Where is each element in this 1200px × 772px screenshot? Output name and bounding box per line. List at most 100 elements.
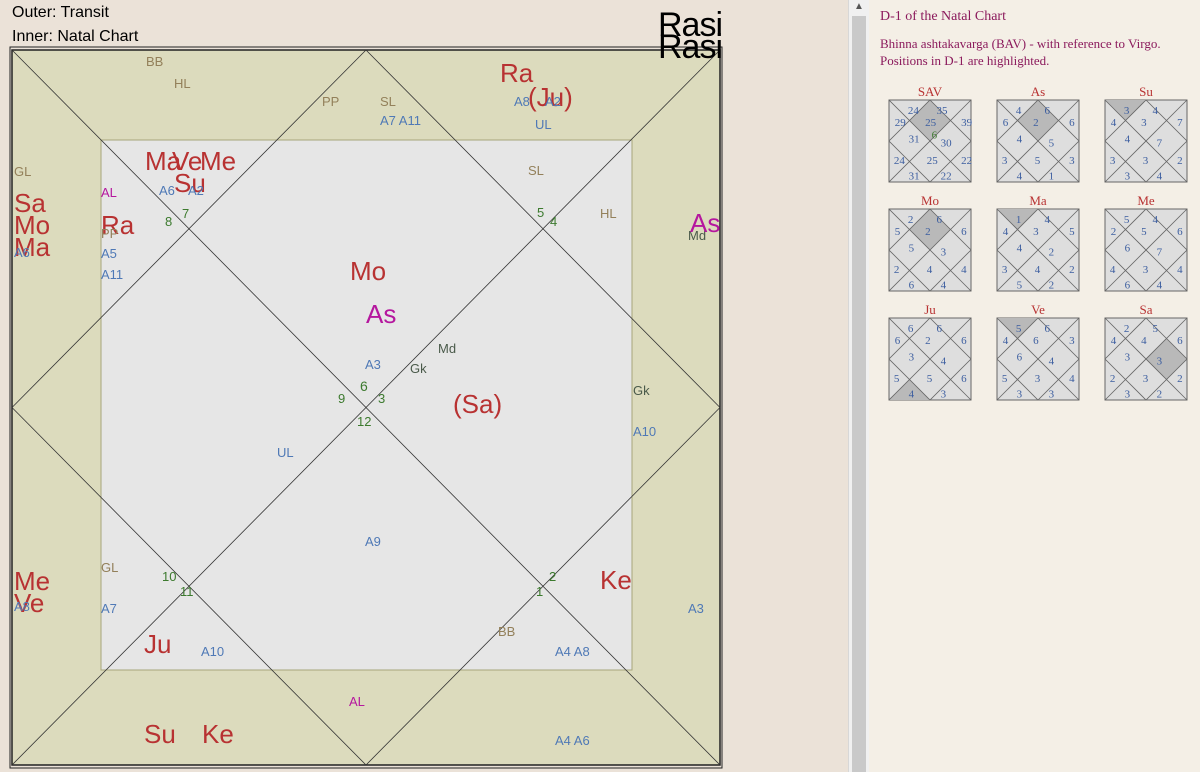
chart-label: 10: [162, 569, 176, 584]
chart-label: A7: [101, 601, 117, 616]
bav-value: 5: [1141, 226, 1147, 238]
bav-value: 6: [908, 323, 914, 335]
bav-value: 6: [895, 335, 901, 347]
bav-value: 6: [1045, 105, 1051, 117]
bav-value: 6: [1125, 279, 1131, 291]
bav-charts: SAV24 3529 25 3931 63024 25 2231 22As4 66 2 64 53 5 3…: [888, 84, 1188, 401]
bav-value: 2: [1033, 117, 1039, 129]
bav-value: 5: [1153, 323, 1159, 335]
bav-value: 4: [1017, 134, 1023, 146]
chart-label: BB: [146, 54, 163, 69]
bav-value: 3: [1124, 105, 1130, 117]
bav-value: 5: [1124, 214, 1130, 226]
bav-value: 3: [1049, 388, 1055, 400]
bav-value: 30: [941, 138, 953, 150]
bav-value: 3: [1125, 352, 1131, 364]
chart-label: A8: [14, 599, 30, 614]
chart-label: Gk: [633, 383, 650, 398]
chart-label: GL: [14, 164, 31, 179]
scroll-up-arrow-icon[interactable]: ▲: [849, 0, 869, 14]
chart-label: BB: [498, 624, 515, 639]
rasi-title-shadow: Rasi: [658, 28, 723, 66]
bav-chart-mo: Mo2 65 2 65 32 4 46 4: [888, 193, 972, 292]
chart-label: Md: [438, 341, 456, 356]
bav-value: 7: [1157, 138, 1163, 150]
bav-value: 3: [1143, 264, 1149, 276]
bav-chart-sav: SAV24 3529 25 3931 63024 25 2231 22: [888, 84, 973, 183]
chart-label: SL: [528, 163, 544, 178]
bav-value: 3: [1002, 264, 1008, 276]
bav-chart-su: Su3 44 3 74 73 3 23 4: [1104, 84, 1188, 183]
bav-value: 35: [937, 105, 949, 117]
chart-label: A6: [14, 245, 30, 260]
chart-label: Ke: [600, 565, 632, 595]
bav-value: 4: [1111, 335, 1117, 347]
bav-value: 4: [941, 356, 947, 368]
bav-value: 3: [1143, 155, 1149, 167]
bav-value: 6: [932, 129, 938, 141]
chart-label: PP: [101, 226, 118, 241]
bav-value: 4: [1111, 117, 1117, 129]
bav-value: 2: [1110, 373, 1116, 385]
bav-value: 3: [941, 388, 947, 400]
bav-value: 2: [1049, 247, 1055, 259]
bav-value: 39: [961, 117, 973, 129]
bav-value: 4: [1017, 243, 1023, 255]
bav-value: 22: [941, 170, 952, 182]
bav-value: 4: [941, 279, 947, 291]
bav-value: 4: [1153, 214, 1159, 226]
bav-value: 2: [1177, 373, 1183, 385]
chart-label: HL: [174, 76, 191, 91]
bav-value: 5: [1049, 138, 1055, 150]
bav-value: 3: [1141, 117, 1147, 129]
bav-value: 4: [1177, 264, 1183, 276]
bav-value: 25: [925, 117, 937, 129]
bav-value: 5: [894, 373, 900, 385]
bav-value: 6: [1125, 243, 1131, 255]
chart-label: A11: [101, 267, 123, 282]
bav-chart-title: Mo: [921, 193, 939, 208]
bav-value: 3: [1033, 226, 1039, 238]
chart-label: As: [366, 299, 396, 329]
bav-value: 2: [1157, 388, 1163, 400]
bav-value: 4: [1003, 226, 1009, 238]
bav-value: 2: [1177, 155, 1183, 167]
chart-label: A10: [633, 424, 656, 439]
bav-value: 4: [1157, 170, 1163, 182]
bav-value: 7: [1177, 117, 1183, 129]
vertical-scrollbar[interactable]: ▲: [848, 0, 870, 772]
bav-value: 29: [895, 117, 907, 129]
chart-label: 2: [549, 569, 556, 584]
bav-value: 5: [1002, 373, 1008, 385]
chart-label: HL: [600, 206, 617, 221]
bav-value: 4: [1016, 105, 1022, 117]
bav-value: 6: [937, 323, 943, 335]
bav-value: 3: [909, 352, 915, 364]
chart-label: A7 A11: [380, 113, 421, 128]
chart-label: A6: [159, 183, 175, 198]
bav-chart-title: Ma: [1029, 193, 1047, 208]
bav-value: 31: [909, 170, 920, 182]
chart-label: 5: [537, 205, 544, 220]
chart-label: 4: [550, 214, 557, 229]
bav-value: 4: [1157, 279, 1163, 291]
chart-label: PP: [322, 94, 339, 109]
chart-label: As: [690, 208, 720, 238]
bav-value: 4: [1049, 356, 1055, 368]
bav-chart-ma: Ma1 44 3 54 23 4 25 2: [996, 193, 1080, 292]
bav-chart-title: As: [1031, 84, 1045, 99]
bav-value: 6: [1177, 226, 1183, 238]
bav-value: 4: [1069, 373, 1075, 385]
bav-chart-ve: Ve5 64 6 36 45 3 43 3: [996, 302, 1080, 401]
chart-label: 7: [182, 206, 189, 221]
bav-value: 5: [1017, 279, 1023, 291]
scroll-thumb[interactable]: [852, 16, 866, 772]
bav-value: 6: [1003, 117, 1009, 129]
bav-value: 3: [941, 247, 947, 259]
chart-label: A5: [101, 246, 117, 261]
chart-label: A3: [365, 357, 381, 372]
chart-label: SL: [380, 94, 396, 109]
bav-value: 3: [1069, 335, 1075, 347]
bav-value: 1: [1049, 170, 1055, 182]
chart-label: UL: [535, 117, 552, 132]
